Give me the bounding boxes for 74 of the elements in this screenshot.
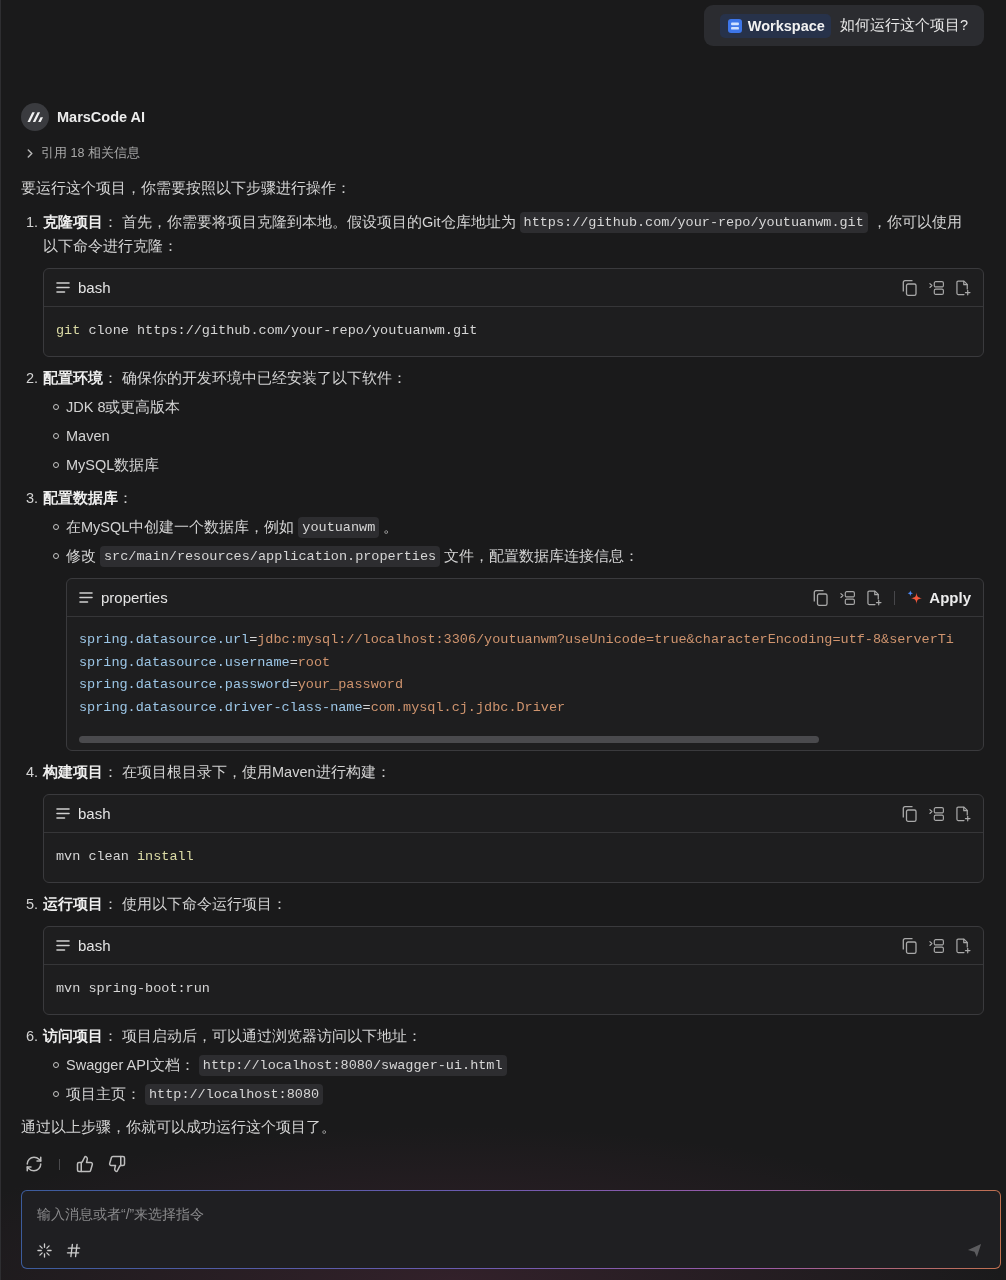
message-input[interactable]: 输入消息或者“/”来选择指令: [37, 1203, 986, 1225]
logo-icon: [21, 103, 49, 131]
send-icon[interactable]: [967, 1243, 982, 1258]
apply-button[interactable]: Apply: [907, 589, 971, 606]
thumbs-up-icon[interactable]: [76, 1155, 94, 1173]
bullet-text: MySQL数据库: [66, 456, 160, 475]
new-file-icon[interactable]: [867, 589, 883, 606]
bullet-text: Maven: [66, 427, 110, 446]
bullet-text: 。: [383, 518, 399, 537]
code-language-label: bash: [78, 805, 111, 822]
insert-icon[interactable]: [929, 937, 944, 954]
code-line: mvn spring-boot:run: [56, 980, 210, 998]
bullet-text: 项目主页：: [66, 1085, 141, 1104]
step-text: 克隆项目： 首先，你需要将项目克隆到本地。假设项目的Git仓库地址为: [43, 213, 516, 232]
lines-icon: [56, 808, 70, 819]
bullet-text: 文件，配置数据库连接信息：: [444, 547, 640, 566]
sparkle-icon: [907, 589, 924, 606]
summary-text: 通过以上步骤，你就可以成功运行这个项目了。: [21, 1118, 336, 1137]
inline-code: https://github.com/your-repo/youtuanwm.git: [519, 211, 868, 233]
code-language-label: properties: [101, 589, 168, 606]
user-message-text: 如何运行这个项目?: [839, 16, 968, 35]
lines-icon: [56, 282, 70, 293]
inline-code: youtuanwm: [298, 516, 380, 538]
code-line: spring.datasource.password=your_password: [79, 676, 404, 694]
code-line: spring.datasource.username=root: [79, 653, 331, 672]
message-composer[interactable]: 输入消息或者“/”来选择指令: [21, 1190, 1001, 1269]
thumbs-down-icon[interactable]: [108, 1155, 126, 1173]
copy-icon[interactable]: [902, 937, 917, 954]
workspace-chip[interactable]: Workspace: [719, 13, 831, 38]
step-number: 1.: [24, 213, 39, 232]
burst-icon[interactable]: [37, 1243, 52, 1258]
step-text: 配置数据库：: [43, 489, 133, 508]
copy-icon[interactable]: [813, 589, 829, 606]
lines-icon: [56, 940, 70, 951]
bullet-text: JDK 8或更高版本: [66, 398, 181, 417]
new-file-icon[interactable]: [956, 937, 971, 954]
step-text: ，你可以使用: [871, 213, 962, 232]
inline-code: http://localhost:8080: [145, 1083, 324, 1105]
step-number: 6.: [24, 1027, 39, 1046]
step-number: 5.: [24, 895, 39, 914]
assistant-name: MarsCode AI: [57, 109, 146, 125]
code-line: spring.datasource.url=jdbc:mysql://localhost:3306/youtuanwm?useUnicode=true&characterEncoding=utf-8&serverTi: [79, 631, 954, 649]
bullet-text: 在MySQL中创建一个数据库，例如: [66, 518, 295, 537]
new-file-icon[interactable]: [956, 805, 971, 822]
bullet-text: Swagger API文档：: [66, 1056, 195, 1075]
copy-icon[interactable]: [902, 279, 917, 296]
scrollbar-thumb[interactable]: [79, 736, 820, 743]
step-number: 2.: [24, 369, 39, 388]
new-file-icon[interactable]: [956, 279, 971, 296]
code-line: spring.datasource.driver-class-name=com.mysql.cj.jdbc.Driver: [79, 698, 566, 717]
code-language-label: bash: [78, 279, 111, 296]
copy-icon[interactable]: [902, 805, 917, 822]
step-text: 访问项目： 项目启动后，可以通过浏览器访问以下地址：: [43, 1027, 423, 1046]
references-toggle[interactable]: 引用 18 相关信息: [21, 143, 140, 163]
server-icon: [727, 18, 742, 33]
code-language-label: bash: [78, 937, 111, 954]
step-text: 构建项目： 在项目根目录下，使用Maven进行构建：: [43, 763, 391, 782]
step-text: 配置环境： 确保你的开发环境中已经安装了以下软件：: [43, 369, 408, 388]
inline-code: http://localhost:8080/swagger-ui.html: [198, 1054, 507, 1076]
bullet-text: 修改: [66, 547, 96, 566]
step-number: 3.: [24, 489, 39, 508]
inline-code: src/main/resources/application.properties: [100, 545, 441, 567]
step-text: 运行项目： 使用以下命令运行项目：: [43, 895, 288, 914]
intro-text: 要运行这个项目，你需要按照以下步骤进行操作：: [21, 179, 351, 198]
step-number: 4.: [24, 763, 39, 782]
step-text: 以下命令进行克隆：: [43, 237, 178, 256]
insert-icon[interactable]: [929, 279, 944, 296]
refresh-icon[interactable]: [25, 1155, 43, 1173]
lines-icon: [79, 592, 93, 603]
insert-icon[interactable]: [929, 805, 944, 822]
insert-icon[interactable]: [840, 589, 856, 606]
hash-icon[interactable]: [66, 1243, 81, 1258]
code-line: git clone https://github.com/your-repo/youtuanwm.git: [56, 322, 478, 340]
code-line: mvn clean install: [56, 848, 194, 866]
